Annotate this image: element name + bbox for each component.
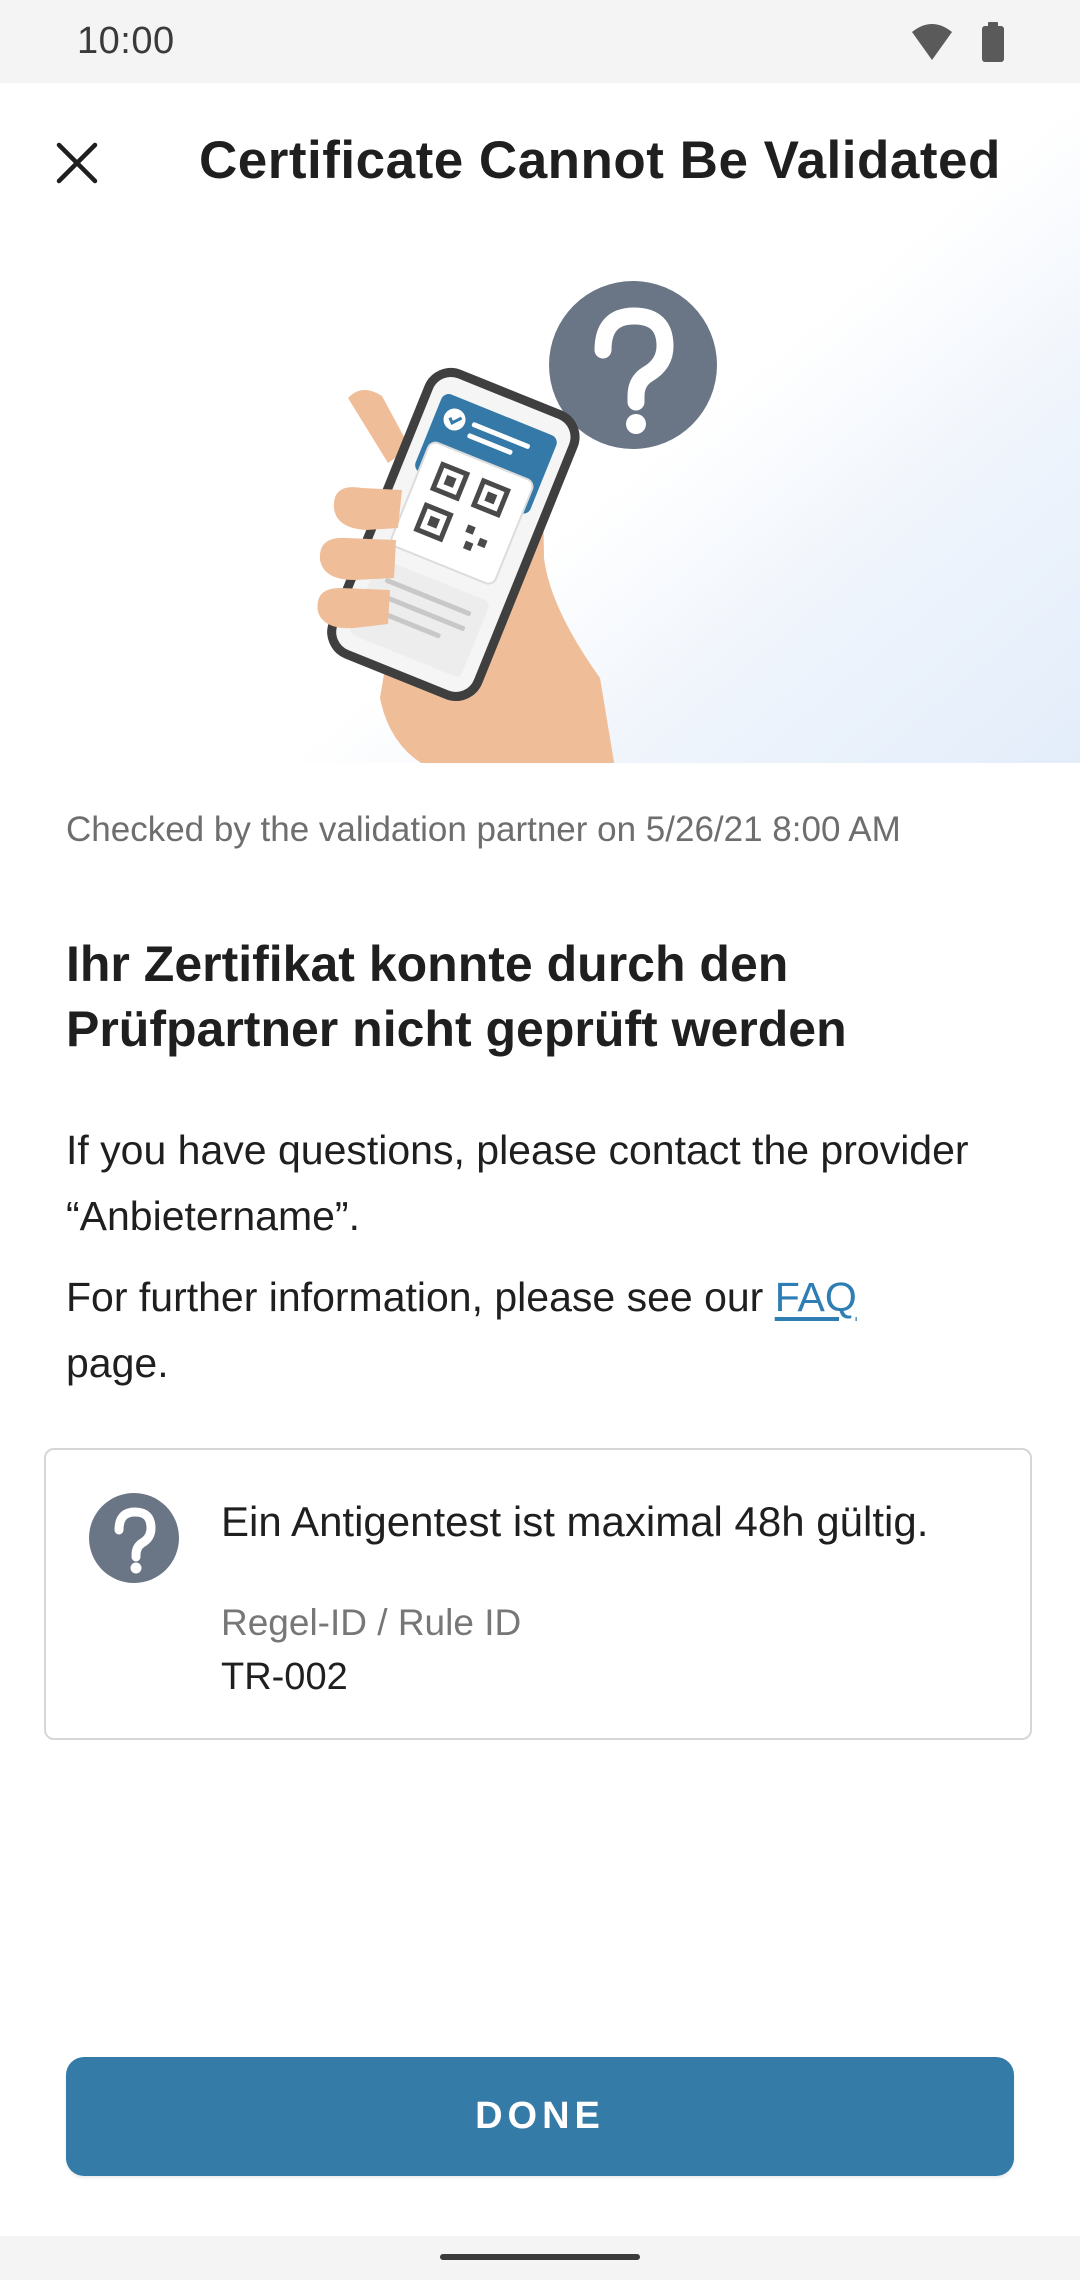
status-icons [910, 22, 1010, 62]
close-button[interactable] [40, 126, 114, 200]
result-heading: Ihr Zertifikat konnte durch den Prüfpart… [66, 936, 847, 1057]
main-content: Checked by the validation partner on 5/2… [66, 810, 1016, 1396]
rule-id-value: TR-002 [221, 1656, 348, 1698]
page-title: Certificate Cannot Be Validated [199, 131, 1001, 190]
status-bar: 10:00 [0, 0, 1080, 83]
home-indicator[interactable] [440, 2254, 640, 2260]
battery-icon [982, 22, 1004, 62]
question-mark-icon [89, 1493, 179, 1583]
wifi-icon [912, 24, 952, 60]
rule-card: Ein Antigentest ist maximal 48h gültig. … [44, 1448, 1032, 1740]
header: Certificate Cannot Be Validated [0, 83, 1080, 763]
navigation-bar [0, 2236, 1080, 2280]
rule-id-label: Regel-ID / Rule ID [221, 1602, 522, 1643]
validation-checked-text: Checked by the validation partner on 5/2… [66, 810, 901, 849]
faq-link[interactable]: FAQ [775, 1274, 857, 1320]
contact-text: If you have questions, please contact th… [66, 1127, 969, 1239]
status-time: 10:00 [77, 20, 175, 62]
faq-suffix: page. [66, 1340, 169, 1386]
faq-text: For further information, please see our … [66, 1264, 1016, 1396]
close-icon [56, 142, 98, 184]
illustration-phone-hand [317, 281, 717, 763]
rule-description: Ein Antigentest ist maximal 48h gültig. [221, 1498, 929, 1545]
faq-prefix: For further information, please see our [66, 1274, 775, 1320]
done-button[interactable]: DONE [66, 2057, 1014, 2176]
